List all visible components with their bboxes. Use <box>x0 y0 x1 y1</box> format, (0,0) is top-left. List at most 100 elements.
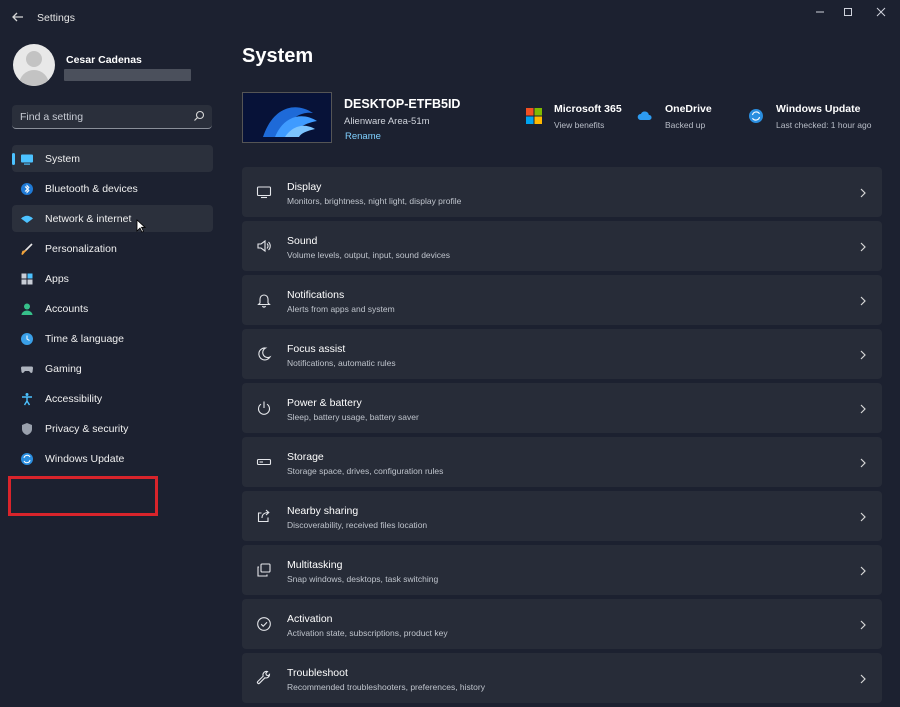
power-icon <box>256 400 272 416</box>
sidebar-item-personalization[interactable]: Personalization <box>12 235 213 262</box>
card-title: Notifications <box>287 289 345 301</box>
windows-update-highlight-box <box>8 476 158 516</box>
card-title: Display <box>287 181 322 193</box>
settings-card-nearby-sharing[interactable]: Nearby sharing Discoverability, received… <box>242 491 882 541</box>
settings-card-troubleshoot[interactable]: Troubleshoot Recommended troubleshooters… <box>242 653 882 703</box>
search-input[interactable]: Find a setting <box>12 105 212 129</box>
close-icon[interactable] <box>864 0 898 26</box>
user-name: Cesar Cadenas <box>66 54 142 66</box>
sidebar-item-accessibility[interactable]: Accessibility <box>12 385 213 412</box>
settings-card-power-battery[interactable]: Power & battery Sleep, battery usage, ba… <box>242 383 882 433</box>
multitasking-icon <box>256 562 272 578</box>
card-subtitle: Sleep, battery usage, battery saver <box>287 412 419 422</box>
sidebar-item-label: Apps <box>45 273 69 285</box>
update-icon <box>20 452 34 466</box>
controller-icon <box>20 362 34 376</box>
quick-link-title: OneDrive <box>665 103 712 115</box>
card-title: Multitasking <box>287 559 343 571</box>
card-subtitle: Snap windows, desktops, task switching <box>287 574 439 584</box>
chevron-right-icon <box>858 618 868 630</box>
user-avatar-icon[interactable] <box>13 44 55 86</box>
settings-card-sound[interactable]: Sound Volume levels, output, input, soun… <box>242 221 882 271</box>
share-icon <box>256 508 272 524</box>
sidebar-item-label: Time & language <box>45 333 124 345</box>
device-model: Alienware Area-51m <box>344 116 430 127</box>
accessibility-icon <box>20 392 34 406</box>
display-icon <box>256 184 272 200</box>
settings-card-focus-assist[interactable]: Focus assist Notifications, automatic ru… <box>242 329 882 379</box>
chevron-right-icon <box>858 402 868 414</box>
check-circle-icon <box>256 616 272 632</box>
device-name: DESKTOP-ETFB5ID <box>344 97 461 111</box>
card-subtitle: Activation state, subscriptions, product… <box>287 628 448 638</box>
moon-icon <box>256 346 272 362</box>
system-icon <box>20 152 34 166</box>
quick-link-subtitle: Last checked: 1 hour ago <box>776 120 872 130</box>
chevron-right-icon <box>858 294 868 306</box>
sidebar-item-label: Accessibility <box>45 393 103 405</box>
app-title: Settings <box>37 12 75 24</box>
settings-card-display[interactable]: Display Monitors, brightness, night ligh… <box>242 167 882 217</box>
accounts-icon <box>20 302 34 316</box>
sidebar-item-system[interactable]: System <box>12 145 213 172</box>
sidebar-item-accounts[interactable]: Accounts <box>12 295 213 322</box>
chevron-right-icon <box>858 564 868 576</box>
shield-icon <box>20 422 34 436</box>
microsoft-logo-icon <box>526 108 542 124</box>
sidebar-item-apps[interactable]: Apps <box>12 265 213 292</box>
sidebar-item-bluetooth[interactable]: Bluetooth & devices <box>12 175 213 202</box>
sidebar-item-time-language[interactable]: Time & language <box>12 325 213 352</box>
sidebar-item-label: Privacy & security <box>45 423 129 435</box>
globe-clock-icon <box>20 332 34 346</box>
sidebar: Cesar Cadenas Find a setting System Blue… <box>0 36 225 686</box>
wifi-icon <box>20 212 34 226</box>
card-subtitle: Monitors, brightness, night light, displ… <box>287 196 462 206</box>
chevron-right-icon <box>858 186 868 198</box>
card-title: Focus assist <box>287 343 346 355</box>
settings-card-notifications[interactable]: Notifications Alerts from apps and syste… <box>242 275 882 325</box>
mouse-cursor-icon <box>136 219 147 233</box>
user-email-redacted <box>64 69 191 81</box>
sidebar-item-windows-update[interactable]: Windows Update <box>12 445 213 472</box>
quick-link-subtitle: Backed up <box>665 120 706 130</box>
chevron-right-icon <box>858 240 868 252</box>
maximize-icon[interactable] <box>831 0 865 26</box>
card-title: Sound <box>287 235 318 247</box>
card-title: Power & battery <box>287 397 362 409</box>
storage-icon <box>256 454 272 470</box>
sidebar-item-label: Gaming <box>45 363 82 375</box>
back-arrow-icon[interactable] <box>10 9 26 25</box>
chevron-right-icon <box>858 348 868 360</box>
sidebar-item-label: Bluetooth & devices <box>45 183 138 195</box>
search-icon[interactable] <box>192 109 206 123</box>
bluetooth-icon <box>20 182 34 196</box>
quick-link-title: Microsoft 365 <box>554 103 622 115</box>
bell-icon <box>256 292 272 308</box>
chevron-right-icon <box>858 510 868 522</box>
rename-link[interactable]: Rename <box>345 131 381 142</box>
device-wallpaper-thumbnail <box>242 92 332 143</box>
settings-card-multitasking[interactable]: Multitasking Snap windows, desktops, tas… <box>242 545 882 595</box>
brush-icon <box>20 242 34 256</box>
sidebar-item-label: System <box>45 153 81 165</box>
sidebar-item-label: Network & internet <box>45 213 132 225</box>
card-subtitle: Storage space, drives, configuration rul… <box>287 466 444 476</box>
settings-card-storage[interactable]: Storage Storage space, drives, configura… <box>242 437 882 487</box>
page-title: System <box>242 45 314 67</box>
speaker-icon <box>256 238 272 254</box>
settings-card-activation[interactable]: Activation Activation state, subscriptio… <box>242 599 882 649</box>
card-title: Nearby sharing <box>287 505 359 517</box>
sidebar-item-gaming[interactable]: Gaming <box>12 355 213 382</box>
apps-icon <box>20 272 34 286</box>
card-title: Storage <box>287 451 324 463</box>
sidebar-item-privacy-security[interactable]: Privacy & security <box>12 415 213 442</box>
chevron-right-icon <box>858 456 868 468</box>
sidebar-item-label: Personalization <box>45 243 117 255</box>
wrench-icon <box>256 670 272 686</box>
quick-link-subtitle: View benefits <box>554 120 605 130</box>
sidebar-item-network[interactable]: Network & internet <box>12 205 213 232</box>
sidebar-item-label: Accounts <box>45 303 89 315</box>
sidebar-item-label: Windows Update <box>45 453 125 465</box>
card-subtitle: Discoverability, received files location <box>287 520 428 530</box>
sidebar-nav: System Bluetooth & devices Network & int… <box>12 145 213 475</box>
